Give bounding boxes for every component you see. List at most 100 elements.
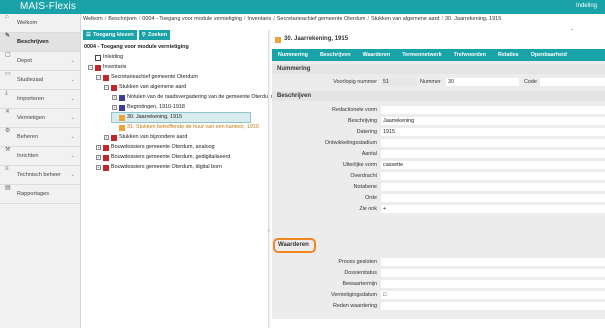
field-input[interactable]: + [381,205,605,213]
tab-nummering[interactable]: Nummering [272,49,314,61]
box-icon: ▢ [5,52,11,58]
expand-toggle[interactable]: + [112,105,117,110]
collapse-toggle[interactable]: − [88,65,93,70]
expand-toggle[interactable]: + [104,135,109,140]
field-input[interactable] [381,183,605,191]
field-input[interactable] [381,280,605,288]
form-row: Vernietigingsdatum □ [272,290,605,300]
tree-node[interactable]: + Bouwdossiers gemeente Oterdum, gedigita… [96,153,230,162]
chevron-down-icon[interactable]: ⌄ [570,26,574,32]
expand-toggle[interactable]: + [96,155,101,160]
field-input[interactable] [381,269,605,277]
code-field[interactable] [540,78,605,86]
tab-trefwoorden[interactable]: Trefwoorden [448,49,492,61]
sidebar-item-inrichten[interactable]: ⚒ Inrichten ⌄ [0,147,80,166]
zoeken-button[interactable]: ⚲ Zoeken [138,30,171,40]
field-label: Vernietigingsdatum [331,292,377,298]
section-beschrijven: Beschrijven [272,91,605,101]
tree-node[interactable]: + Bouwdossiers gemeente Oterdum, digital … [96,163,222,172]
field-input[interactable] [381,106,605,114]
panel-splitter[interactable] [268,30,271,328]
tree-node[interactable]: Inleiding [88,53,123,62]
tree-node[interactable]: + Stukken van bijzondere aard [104,133,187,142]
indeling-menu[interactable]: Indeling [576,3,597,9]
nummer-field[interactable]: 30 [446,78,519,86]
breadcrumb-item[interactable]: 0004 - Toegang voor module vernietiging [142,16,242,22]
sidebar-item-beheren[interactable]: ⚙ Beheren ⌄ [0,128,80,147]
sidebar-item-welkom[interactable]: ⌂ Welkom [0,14,80,33]
sidebar-item-label: Beheren [17,134,39,140]
breadcrumb-item[interactable]: Secretarieachief gemeente Oterdum [277,16,366,22]
node-type-icon [103,154,109,161]
breadcrumb-item[interactable]: Stukken van algemene aard [371,16,440,22]
sidebar-item-depot[interactable]: ▢ Depot ⌄ [0,52,80,71]
field-input[interactable] [381,150,605,158]
expand-toggle[interactable]: + [96,145,101,150]
sidebar-item-importeren[interactable]: ⤓ Importeren ⌄ [0,90,80,109]
detail-panel: 30. Jaarrekening, 1915 Nummering Beschrij… [272,33,605,328]
tree-node-label: Bouwdossiers gemeente Oterdum, gedigital… [111,154,231,160]
sidebar-item-label: Welkom [17,20,38,26]
tree-node[interactable]: + Bouwdossiers gemeente Oterdum, analoog [96,143,215,152]
sidebar-item-studiezaal[interactable]: ▭ Studiezaal ⌄ [0,71,80,90]
field-input[interactable]: □ [381,291,605,299]
expand-toggle[interactable]: + [112,95,117,100]
node-type-icon [119,94,125,101]
edit-icon: ✎ [5,33,11,39]
collapse-arrow-icon[interactable]: ‹ [268,228,270,234]
tab-openbaarheid[interactable]: Openbaarheid [525,49,573,61]
field-input[interactable]: 1915 [381,128,605,136]
breadcrumb-item[interactable]: Inventaris [247,16,271,22]
expand-toggle[interactable]: + [96,165,101,170]
sidebar-item-technisch-beheer[interactable]: ≡ Technisch beheer ⌄ [0,166,80,185]
field-input[interactable]: cassette [381,161,605,169]
sidebar-item-beschrijven[interactable]: ✎ Beschrijven [0,33,80,52]
sidebar-item-label: Depot [17,58,32,64]
sidebar-item-rapportages[interactable]: ▤ Rapportages [0,185,80,204]
field-input[interactable] [381,172,605,180]
sidebar-item-label: Vernietigen [17,115,45,121]
breadcrumb-item[interactable]: Beschrijven [108,16,136,22]
breadcrumb-item[interactable]: 30. Jaarrekening, 1915 [445,16,501,22]
tree-node[interactable]: 31. Stukken betreffende de huur van een … [112,123,259,132]
record-form: Nummering Voorlopig nummer 51 Nummer 30 … [272,61,605,319]
tree-node[interactable]: − Stukken van algemene aard [104,83,186,92]
form-row: Notabene [272,182,605,192]
form-row: Proces gesloten [272,257,605,267]
collapse-toggle[interactable]: − [104,85,109,90]
field-input[interactable] [381,258,605,266]
field-input[interactable] [381,194,605,202]
tree-node[interactable]: 30. Jaarrekening, 1915 [111,112,251,123]
form-row: Zie ook + [272,204,605,214]
server-icon: ≡ [5,166,9,172]
form-row: Datering 1915 [272,127,605,137]
breadcrumb-item[interactable]: Welkom [83,16,103,22]
toegang-kiezen-button[interactable]: ☰ Toegang kiezen [83,30,137,40]
home-icon: ⌂ [5,14,9,20]
tree-node-label: Secretarieachief gemeente Oterdum [111,74,198,80]
field-input[interactable] [381,139,605,147]
tab-beschrijven[interactable]: Beschrijven [314,49,357,61]
tab-termennetwerk[interactable]: Termennetwerk [396,49,447,61]
collapse-toggle[interactable]: − [96,75,101,80]
tab-relaties[interactable]: Relaties [492,49,525,61]
tree-node[interactable]: − Secretarieachief gemeente Oterdum [96,73,198,82]
field-label: Datering [356,129,377,135]
tree-node-label: 30. Jaarrekening, 1915 [127,114,183,120]
tab-waarderen[interactable]: Waarderen [357,49,397,61]
field-input[interactable]: Jaarrekening [381,117,605,125]
field-input[interactable] [381,302,605,310]
tree-node-label: 31. Stukken betreffende de huur van een … [127,124,259,130]
trash-icon: ✕ [5,109,11,115]
tree-node-label: Stukken van bijzondere aard [119,134,188,140]
tree-node[interactable]: 0004 - Toegang voor module vernietiging [84,43,189,52]
chevron-down-icon: ⌄ [70,134,75,140]
nummer-label: Nummer [420,79,441,85]
record-icon [275,36,281,43]
sidebar-item-vernietigen[interactable]: ✕ Vernietigen ⌄ [0,109,80,128]
voorlopig-nummer-field[interactable]: 51 [381,78,417,86]
form-row: Reden waardering [272,301,605,311]
tree-node[interactable]: − Inventaris [88,63,126,72]
tree-node[interactable]: + Begrotingen, 1910-1918 [112,103,185,112]
